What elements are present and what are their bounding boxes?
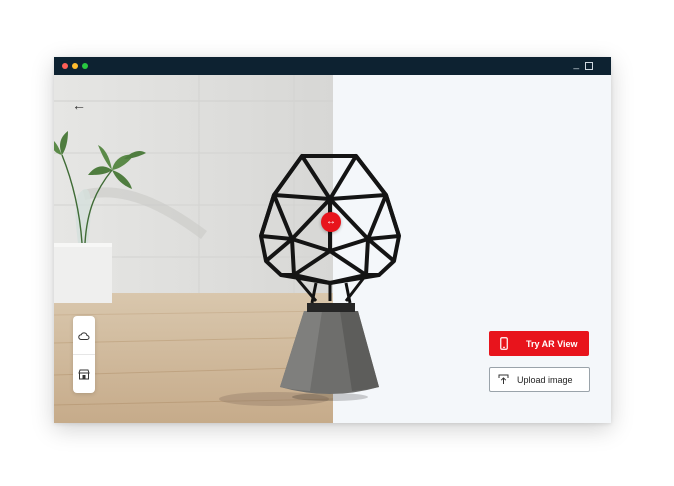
minimize-button[interactable]: _ <box>573 58 579 72</box>
close-window-button[interactable] <box>62 63 68 69</box>
side-toolbar <box>73 316 95 393</box>
store-icon <box>78 369 90 379</box>
upload-image-label: Upload image <box>517 374 573 385</box>
upload-icon <box>497 374 509 386</box>
chair-model[interactable] <box>244 151 414 401</box>
try-ar-view-button[interactable]: Try AR View <box>489 331 589 356</box>
maximize-button[interactable] <box>585 62 593 70</box>
cloud-icon <box>78 332 90 340</box>
upload-image-button[interactable]: Upload image <box>489 367 590 392</box>
cloud-button[interactable] <box>73 318 95 355</box>
title-bar: _ <box>54 57 611 75</box>
back-button[interactable]: ← <box>68 96 90 114</box>
arrow-left-icon: ← <box>72 97 86 113</box>
minimize-window-dot[interactable] <box>72 63 78 69</box>
phone-icon <box>497 337 511 351</box>
compare-slider-handle[interactable]: ↔ <box>321 212 341 232</box>
zoom-window-button[interactable] <box>82 63 88 69</box>
try-ar-view-label: Try AR View <box>526 338 578 349</box>
store-button[interactable] <box>73 356 95 392</box>
swap-arrows-icon: ↔ <box>326 216 336 227</box>
app-window: _ ← ↔ Try AR View Upload image <box>54 57 611 423</box>
viewer-content: ← ↔ Try AR View Upload image <box>54 75 611 423</box>
